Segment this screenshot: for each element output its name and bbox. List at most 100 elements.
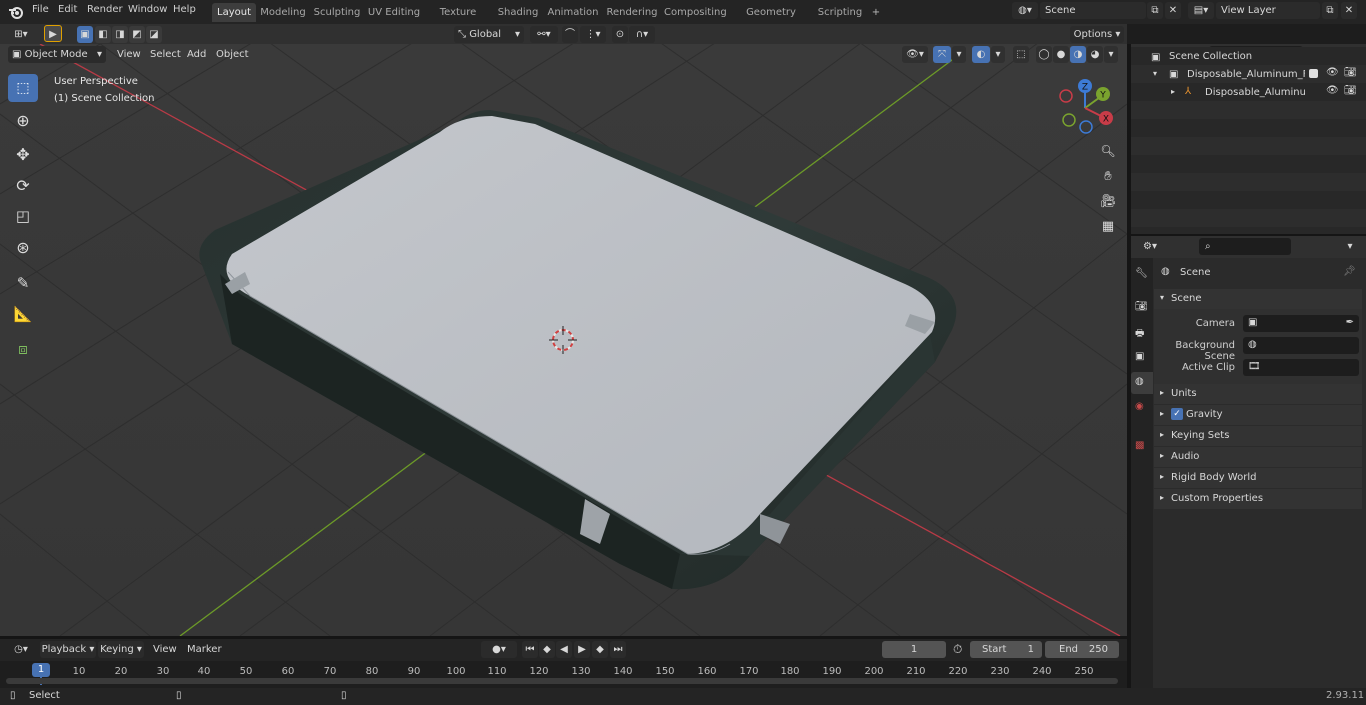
menu-render[interactable]: Render — [87, 4, 123, 15]
keying-dropdown[interactable]: Keying ▾ — [98, 641, 144, 658]
tab-uv-editing[interactable]: UV Editing — [367, 3, 421, 22]
select-invert-icon[interactable]: ◩ — [129, 26, 145, 43]
output-tab-icon[interactable]: 🖶︎ — [1135, 326, 1144, 343]
camera-render-icon[interactable]: 📷︎ — [1344, 67, 1357, 78]
world-tab-icon[interactable]: ◉ — [1135, 401, 1144, 412]
section-units[interactable]: ▸ Units — [1154, 384, 1362, 404]
duplicate-view-layer-icon[interactable]: ⧉ — [1322, 2, 1338, 19]
tab-compositing[interactable]: Compositing — [664, 3, 727, 22]
outliner-row-object[interactable]: ▸ ⅄ Disposable_Aluminum_Fo 👁︎ 📷︎ — [1131, 83, 1366, 101]
background-scene-field[interactable]: ◍ — [1243, 337, 1359, 354]
outliner-row-scene-collection[interactable]: ▣ Scene Collection — [1131, 47, 1366, 65]
playhead[interactable]: 1 — [32, 663, 50, 677]
overlays-icon[interactable]: ◐ — [972, 46, 990, 63]
playback-dropdown[interactable]: Playback ▾ — [40, 641, 96, 658]
view-layer-name-field[interactable]: View Layer — [1216, 2, 1320, 19]
tool-scale[interactable]: ◰ — [8, 202, 38, 230]
section-keying-sets[interactable]: ▸ Keying Sets — [1154, 426, 1362, 446]
select-intersect-icon[interactable]: ◪ — [146, 26, 162, 43]
rendered-shading-icon[interactable]: ◕ — [1087, 46, 1103, 63]
menu-add[interactable]: Add — [187, 49, 206, 60]
exclude-checkbox[interactable] — [1309, 69, 1318, 78]
tool-settings-tab-icon[interactable]: 🔧︎ — [1135, 268, 1148, 279]
properties-editor-icon[interactable]: ⚙▾ — [1137, 238, 1163, 255]
play-reverse-icon[interactable]: ◀ — [556, 641, 572, 658]
tool-measure[interactable]: 📐 — [8, 300, 38, 328]
proportional-edit-icon[interactable]: ⊙ — [612, 26, 628, 43]
xray-icon[interactable]: ⬚ — [1013, 46, 1029, 63]
eye-icon[interactable]: 👁︎ — [1326, 85, 1339, 96]
menu-view[interactable]: View — [153, 644, 177, 655]
jump-start-icon[interactable]: ⏮ — [522, 641, 538, 658]
blender-logo-icon[interactable] — [8, 4, 24, 20]
tool-transform[interactable]: ⊛ — [8, 233, 38, 261]
section-gravity[interactable]: ▸ ✓ Gravity — [1154, 405, 1362, 425]
current-frame-field[interactable]: 1 — [882, 641, 946, 658]
tab-layout[interactable]: Layout — [212, 3, 256, 22]
material-shading-icon[interactable]: ◑ — [1070, 46, 1086, 63]
scene-name-field[interactable]: Scene — [1040, 2, 1146, 19]
tool-cursor[interactable]: ⊕ — [8, 106, 38, 134]
tool-add-cube[interactable]: ⧈ — [8, 335, 38, 363]
record-button[interactable]: ●▾ — [481, 641, 517, 658]
duplicate-scene-icon[interactable]: ⧉ — [1147, 2, 1163, 19]
active-clip-field[interactable]: 🎞︎ — [1243, 359, 1359, 376]
start-frame-field[interactable]: Start 1 — [970, 641, 1042, 658]
select-subtract-icon[interactable]: ◨ — [112, 26, 128, 43]
falloff-icon[interactable]: ∩▾ — [629, 26, 655, 43]
solid-shading-icon[interactable]: ● — [1053, 46, 1069, 63]
transform-orientation-dropdown[interactable]: ⤡ Global ▾ — [454, 26, 524, 43]
pivot-point-icon[interactable]: ⚯▾ — [530, 26, 558, 43]
mode-dropdown[interactable]: ▣ Object Mode ▾ — [8, 46, 106, 63]
menu-help[interactable]: Help — [173, 4, 196, 15]
section-custom-properties[interactable]: ▸ Custom Properties — [1154, 489, 1362, 509]
expand-down-icon[interactable]: ▾ — [1153, 69, 1157, 78]
tab-texture-paint[interactable]: Texture Paint — [426, 3, 490, 37]
section-rigid-body[interactable]: ▸ Rigid Body World — [1154, 468, 1362, 488]
eye-icon[interactable]: 👁︎ — [1326, 67, 1339, 78]
menu-window[interactable]: Window — [128, 4, 167, 15]
gizmo-toggle-icon[interactable]: ⤧ — [933, 46, 951, 63]
tool-select-box[interactable]: ⬚ — [8, 74, 38, 102]
view-layer-browse-icon[interactable]: ▤▾ — [1188, 2, 1214, 19]
scene-panel-header[interactable]: ▾ Scene — [1154, 289, 1362, 309]
menu-file[interactable]: File — [32, 4, 49, 15]
scene-tab[interactable]: ◍ — [1131, 372, 1153, 394]
tab-rendering[interactable]: Rendering — [606, 3, 658, 22]
overlays-dropdown-icon[interactable]: ▾ — [991, 46, 1005, 63]
properties-search-input[interactable]: ⌕ — [1199, 238, 1291, 255]
scene-browse-icon[interactable]: ◍▾ — [1012, 2, 1038, 19]
section-audio[interactable]: ▸ Audio — [1154, 447, 1362, 467]
area-divider[interactable] — [1131, 234, 1366, 236]
visibility-icon[interactable]: 👁︎▾ — [902, 46, 928, 63]
menu-object[interactable]: Object — [216, 49, 249, 60]
area-divider[interactable] — [1127, 44, 1131, 688]
tab-modeling[interactable]: Modeling — [259, 3, 307, 22]
timeline-scrollbar[interactable] — [6, 678, 1118, 684]
properties-options-icon[interactable]: ▾ — [1341, 238, 1359, 255]
texture-tab-icon[interactable]: ▩ — [1135, 440, 1144, 451]
view-layer-tab-icon[interactable]: ▣ — [1135, 351, 1144, 362]
timeline-editor-icon[interactable]: ◷▾ — [8, 641, 34, 658]
menu-marker[interactable]: Marker — [187, 644, 222, 655]
tab-scripting[interactable]: Scripting — [816, 3, 864, 22]
tab-animation[interactable]: Animation — [546, 3, 600, 22]
options-dropdown[interactable]: Options ▾ — [1070, 26, 1124, 43]
3d-viewport[interactable]: User Perspective (1) Scene Collection ⬚ … — [0, 44, 1127, 636]
end-frame-field[interactable]: End 250 — [1045, 641, 1119, 658]
delete-view-layer-icon[interactable]: ✕ — [1341, 2, 1357, 19]
render-tab-icon[interactable]: 📷︎ — [1135, 301, 1148, 312]
camera-view-button[interactable]: 🎥︎ — [1097, 190, 1119, 212]
jump-end-icon[interactable]: ⏭ — [610, 641, 626, 658]
ortho-toggle-button[interactable]: ▦ — [1097, 215, 1119, 237]
tool-rotate[interactable]: ⟳ — [8, 171, 38, 199]
pan-view-button[interactable]: ✋︎ — [1097, 165, 1119, 187]
pin-icon[interactable]: 📌︎ — [1343, 266, 1356, 277]
outliner-row-collection[interactable]: ▾ ▣ Disposable_Aluminum_Foil_Fr 👁︎ 📷︎ — [1131, 65, 1366, 83]
select-new-icon[interactable]: ▣ — [77, 26, 93, 43]
camera-render-icon[interactable]: 📷︎ — [1344, 85, 1357, 96]
play-icon[interactable]: ▶ — [574, 641, 590, 658]
area-divider[interactable] — [0, 636, 1127, 639]
zoom-view-button[interactable]: 🔍︎ — [1097, 140, 1119, 162]
gravity-checkbox[interactable]: ✓ — [1171, 408, 1183, 420]
